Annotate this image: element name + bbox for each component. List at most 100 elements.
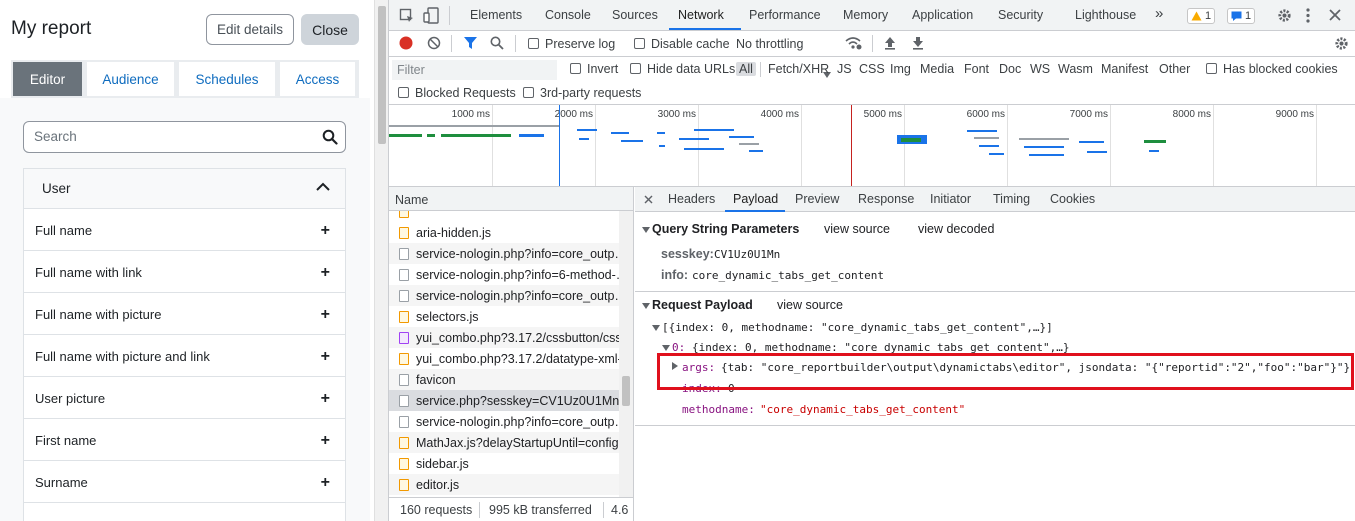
request-row[interactable]: editor.js [389,474,619,495]
tab-sources[interactable]: Sources [612,8,658,22]
tab-console[interactable]: Console [545,8,591,22]
search-icon[interactable] [490,36,504,50]
search-icon[interactable] [322,129,338,145]
hide-data-urls-checkbox[interactable] [630,63,641,74]
invert-checkbox[interactable] [570,63,581,74]
request-row[interactable]: MathJax.js?delayStartupUntil=config… [389,432,619,453]
tab-performance[interactable]: Performance [749,8,821,22]
add-icon[interactable]: + [321,432,330,450]
record-icon[interactable] [399,36,413,50]
has-blocked-cookies-checkbox[interactable] [1206,63,1217,74]
search-input[interactable] [34,129,304,144]
filter-js[interactable]: JS [837,62,852,76]
filter-wasm[interactable]: Wasm [1058,62,1093,76]
column-item[interactable]: Full name with link + [24,251,345,293]
tab-response[interactable]: Response [858,192,914,206]
page-scrollbar[interactable] [374,0,388,521]
tab-memory[interactable]: Memory [843,8,888,22]
filter-doc[interactable]: Doc [999,62,1021,76]
request-row[interactable]: service-nologin.php?info=core_outp… [389,285,619,306]
filter-css[interactable]: CSS [859,62,885,76]
tab-access[interactable]: Access [280,62,355,96]
tab-application[interactable]: Application [912,8,973,22]
column-item[interactable]: Full name with picture + [24,293,345,335]
tab-schedules[interactable]: Schedules [179,62,275,96]
add-icon[interactable]: + [321,222,330,240]
network-conditions-icon[interactable] [845,36,862,50]
view-source-link[interactable]: view source [824,222,890,236]
request-row[interactable]: selectors.js [389,306,619,327]
preserve-log-checkbox[interactable] [528,38,539,49]
close-devtools-icon[interactable] [1329,9,1341,21]
tab-security[interactable]: Security [998,8,1043,22]
filter-img[interactable]: Img [890,62,911,76]
filter-fetch-xhr[interactable]: Fetch/XHR [768,62,829,76]
third-party-checkbox[interactable] [523,87,534,98]
add-icon[interactable]: + [321,306,330,324]
view-decoded-link[interactable]: view decoded [918,222,994,236]
chevron-down-icon[interactable] [642,227,650,233]
tab-payload[interactable]: Payload [733,192,778,206]
name-column-header[interactable]: Name [389,187,633,211]
scrollbar-thumb[interactable] [622,376,630,406]
request-row[interactable]: sidebar.js [389,453,619,474]
tab-network[interactable]: Network [678,8,724,22]
more-tabs-button[interactable]: » [1155,5,1163,22]
user-group-header[interactable]: User [24,169,345,209]
messages-badge[interactable]: 1 [1227,8,1256,24]
add-icon[interactable]: + [321,264,330,282]
chevron-up-icon[interactable] [316,182,330,192]
add-icon[interactable]: + [321,348,330,366]
tab-elements[interactable]: Elements [470,8,522,22]
chevron-down-icon[interactable] [642,303,650,309]
request-row[interactable]: service-nologin.php?info=core_outp… [389,243,619,264]
filter-font[interactable]: Font [964,62,989,76]
export-har-icon[interactable] [912,36,924,50]
close-button[interactable]: Close [301,14,359,45]
clear-icon[interactable] [427,36,441,50]
request-row[interactable]: yui_combo.php?3.17.2/cssbutton/css… [389,327,619,348]
request-row-selected[interactable]: service.php?sesskey=CV1Uz0U1Mn&i… [389,390,619,411]
tab-cookies[interactable]: Cookies [1050,192,1095,206]
tab-editor[interactable]: Editor [13,62,82,96]
request-row[interactable]: aria-hidden.js [389,222,619,243]
import-har-icon[interactable] [884,36,896,50]
inspect-element-icon[interactable] [399,8,415,24]
tab-initiator[interactable]: Initiator [930,192,971,206]
column-item[interactable]: First name + [24,419,345,461]
blocked-requests-checkbox[interactable] [398,87,409,98]
request-row[interactable]: yui_combo.php?3.17.2/datatype-xml-… [389,348,619,369]
close-icon[interactable] [644,195,653,204]
filter-input[interactable] [392,60,557,80]
filter-all[interactable]: All [736,62,756,76]
scrollbar-thumb[interactable] [378,6,386,144]
add-icon[interactable]: + [321,474,330,492]
device-toolbar-icon[interactable] [423,7,439,24]
edit-details-button[interactable]: Edit details [206,14,294,45]
column-item[interactable]: Surname + [24,461,345,503]
settings-gear-icon[interactable] [1277,8,1292,23]
request-row[interactable]: favicon [389,369,619,390]
filter-other[interactable]: Other [1159,62,1190,76]
filter-icon[interactable] [463,36,478,50]
tab-headers[interactable]: Headers [668,192,715,206]
more-options-icon[interactable] [1306,8,1310,23]
column-item[interactable]: Full name with picture and link + [24,335,345,377]
request-payload-title[interactable]: Request Payload [652,298,753,312]
tab-lighthouse[interactable]: Lighthouse [1075,8,1136,22]
request-row[interactable]: service-nologin.php?info=6-method-… [389,264,619,285]
warnings-badge[interactable]: 1 [1187,8,1216,24]
request-row-partial[interactable] [389,211,619,222]
network-overview-timeline[interactable]: 1000 ms 2000 ms 3000 ms 4000 ms 5000 ms … [389,105,1355,187]
request-row[interactable]: service-nologin.php?info=core_outp… [389,411,619,432]
chevron-down-icon[interactable] [652,325,660,331]
throttling-select[interactable]: No throttling [736,37,803,51]
filter-ws[interactable]: WS [1030,62,1050,76]
tab-audience[interactable]: Audience [87,62,174,96]
tab-preview[interactable]: Preview [795,192,839,206]
disable-cache-checkbox[interactable] [634,38,645,49]
tab-timing[interactable]: Timing [993,192,1030,206]
column-item[interactable]: Full name + [24,209,345,251]
add-icon[interactable]: + [321,390,330,408]
request-list-scrollbar[interactable] [619,211,633,501]
